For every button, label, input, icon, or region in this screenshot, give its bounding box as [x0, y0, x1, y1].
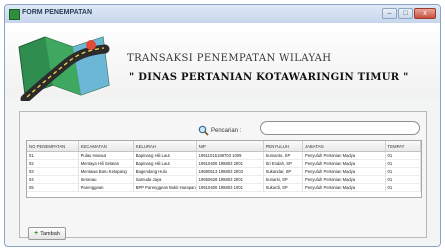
- column-header[interactable]: KELURAH: [133, 141, 197, 152]
- table-cell: Bagendang Hulu: [133, 167, 197, 176]
- map-road-icon: [18, 36, 110, 101]
- title-bar[interactable]: FORM PENEMPATAN – □ x: [5, 5, 440, 24]
- table-row[interactable]: 05 Parenggean BPP Parenggean Bukit Harap…: [27, 183, 421, 192]
- plus-icon: +: [34, 230, 39, 237]
- placement-table[interactable]: NO PENEMPATAN KECAMATAN KELURAH NIP PENY…: [26, 140, 422, 198]
- column-header[interactable]: NO PENEMPATAN: [27, 141, 79, 152]
- table-cell: Penyuluh Pertanian Madya: [302, 159, 386, 168]
- table-cell: 19610406 198803 2001: [196, 159, 264, 168]
- close-button[interactable]: x: [414, 8, 436, 19]
- table-cell: Penyuluh Pertanian Madya: [302, 183, 386, 192]
- table-cell: Parenggean: [78, 183, 134, 192]
- table-cell: 04: [27, 175, 79, 184]
- search-input[interactable]: [260, 121, 420, 135]
- table-cell: Bapinang Hili Laut: [133, 159, 197, 168]
- minimize-button[interactable]: –: [382, 8, 397, 19]
- table-cell: 03: [27, 167, 79, 176]
- table-cell: 01: [27, 151, 79, 160]
- table-cell: Seranau: [78, 175, 134, 184]
- table-cell: 19611015198703 1009: [196, 151, 264, 160]
- table-cell: 19650628 198803 2001: [196, 175, 264, 184]
- table-cell: BPP Parenggean Bukit Harapan: [133, 183, 197, 192]
- column-header[interactable]: PENYULUH: [263, 141, 303, 152]
- add-button[interactable]: + Tambah: [28, 227, 66, 240]
- table-cell: Sri Endah, SP: [263, 159, 303, 168]
- table-header-row: NO PENEMPATAN KECAMATAN KELURAH NIP PENY…: [27, 141, 421, 152]
- table-cell: Samuda Jaya: [133, 175, 197, 184]
- maximize-button[interactable]: □: [398, 8, 413, 19]
- app-window: FORM PENEMPATAN – □ x TRANSAKSI PENEMPAT…: [4, 4, 441, 247]
- search-icon: [198, 125, 209, 136]
- table-cell: 02: [27, 159, 79, 168]
- table-cell: 01: [385, 175, 421, 184]
- table-row[interactable]: 03 Mentawa Baru Ketapang Bagendang Hulu …: [27, 167, 421, 176]
- column-header[interactable]: KECAMATAN: [78, 141, 134, 152]
- column-header[interactable]: JABATAN: [302, 141, 386, 152]
- table-cell: Sukardi, SP: [263, 183, 303, 192]
- table-cell: Sumanto, SP: [263, 151, 303, 160]
- table-row[interactable]: 04 Seranau Samuda Jaya 19650628 198803 2…: [27, 175, 421, 184]
- table-cell: Sunarsi, SP: [263, 175, 303, 184]
- app-icon: [9, 9, 20, 20]
- page-title: TRANSAKSI PENEMPATAN WILAYAH: [127, 53, 332, 64]
- table-cell: 05: [27, 183, 79, 192]
- table-cell: Penyuluh Pertanian Madya: [302, 167, 386, 176]
- table-cell: 01: [385, 151, 421, 160]
- table-cell: 01: [385, 159, 421, 168]
- table-cell: Bapinang Hili Laut: [133, 151, 197, 160]
- table-cell: Sukandar, SP: [263, 167, 303, 176]
- add-button-label: Tambah: [40, 230, 60, 237]
- column-header[interactable]: TEMPAT: [385, 141, 421, 152]
- window-title: FORM PENEMPATAN: [22, 9, 92, 16]
- data-panel: Pencarian : NO PENEMPATAN KECAMATAN KELU…: [19, 111, 427, 240]
- header-banner: TRANSAKSI PENEMPATAN WILAYAH " DINAS PER…: [5, 23, 440, 101]
- table-row[interactable]: 01 Pulau Hanaut Bapinang Hili Laut 19611…: [27, 151, 421, 160]
- table-cell: Pulau Hanaut: [78, 151, 134, 160]
- column-header[interactable]: NIP: [196, 141, 264, 152]
- search-label: Pencarian :: [211, 127, 242, 134]
- window-controls: – □ x: [382, 8, 436, 20]
- table-cell: Mentaya Hili Selatan: [78, 159, 134, 168]
- table-cell: 01: [385, 183, 421, 192]
- table-cell: 01: [385, 167, 421, 176]
- table-cell: Mentawa Baru Ketapang: [78, 167, 134, 176]
- page-subtitle: " DINAS PERTANIAN KOTAWARINGIN TIMUR ": [129, 72, 409, 83]
- search-label-group: Pencarian :: [198, 125, 241, 136]
- table-cell: 19680513 198803 2003: [196, 167, 264, 176]
- table-cell: Penyuluh Pertanian Madya: [302, 151, 386, 160]
- table-cell: 19610406 198803 1001: [196, 183, 264, 192]
- table-row[interactable]: 02 Mentaya Hili Selatan Bapinang Hili La…: [27, 159, 421, 168]
- table-cell: Penyuluh Pertanian Madya: [302, 175, 386, 184]
